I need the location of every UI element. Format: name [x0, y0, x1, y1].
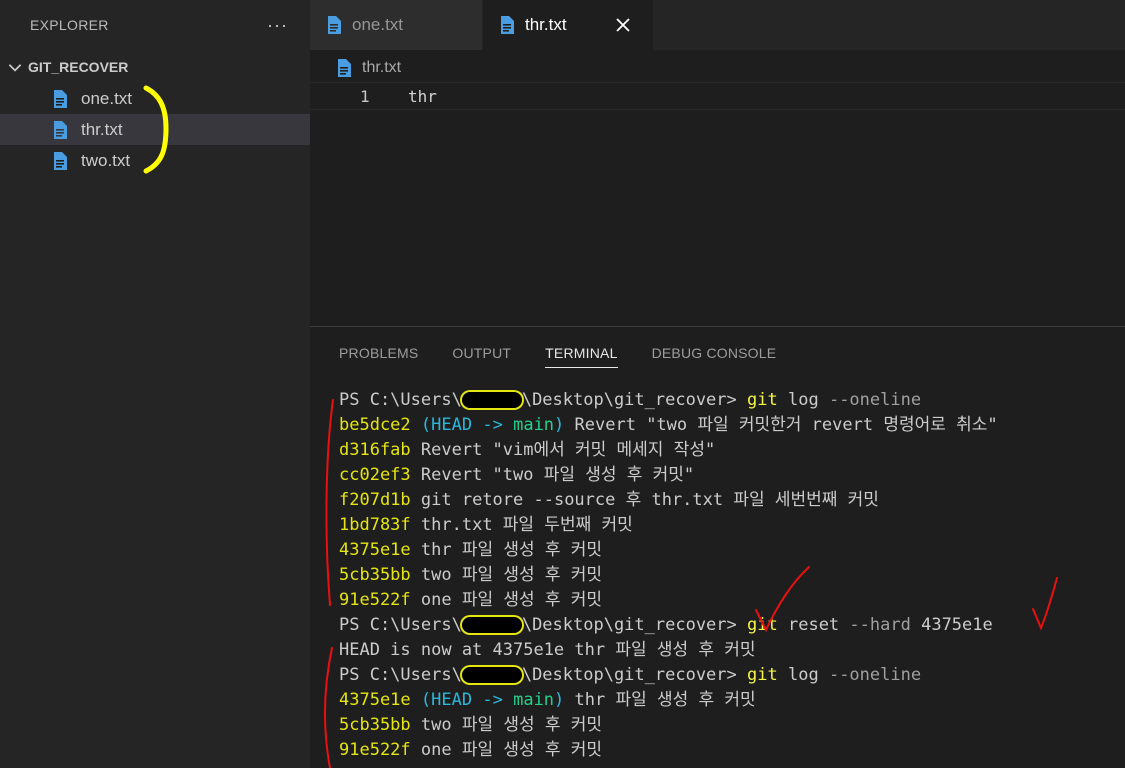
tab-terminal[interactable]: TERMINAL	[545, 345, 618, 368]
commit-hash: 5cb35bb	[339, 715, 411, 735]
prompt-line: PS C:\Users\ \Desktop\git_recover> git re…	[339, 613, 998, 638]
breadcrumb: thr.txt	[336, 56, 401, 80]
explorer-header: EXPLORER ···	[0, 0, 310, 50]
commit-message: Revert "two 파일 커밋한거 revert 명령어로 취소"	[574, 415, 998, 435]
commit-hash: cc02ef3	[339, 465, 411, 485]
command-flag: --oneline	[828, 665, 922, 685]
branch-name: main	[513, 690, 555, 710]
command-sub: log	[787, 390, 819, 410]
commit-hash: 5cb35bb	[339, 565, 411, 585]
commit-hash: 4375e1e	[339, 540, 411, 560]
tab-debug-console[interactable]: DEBUG CONSOLE	[652, 345, 777, 368]
commit-message: git retore --source 후 thr.txt 파일 세번번째 커밋	[420, 490, 879, 510]
file-name: thr.txt	[81, 119, 123, 139]
log-line: cc02ef3 Revert "two 파일 생성 후 커밋"	[339, 463, 998, 488]
explorer-title: EXPLORER	[30, 17, 109, 33]
chevron-down-icon	[8, 64, 22, 72]
head-ref: HEAD	[431, 415, 473, 435]
editor[interactable]: 1 thr	[310, 82, 1125, 327]
tab-label: thr.txt	[525, 15, 567, 34]
file-icon	[54, 120, 67, 139]
head-ref: HEAD	[431, 690, 473, 710]
commit-message: one 파일 생성 후 커밋	[420, 740, 603, 760]
commit-hash: 1bd783f	[339, 515, 411, 535]
commit-hash: 4375e1e	[339, 690, 411, 710]
log-line: 91e522f one 파일 생성 후 커밋	[339, 738, 998, 763]
prompt-prefix: PS C:\Users\	[339, 390, 462, 410]
commit-hash: f207d1b	[339, 490, 411, 510]
commit-message: two 파일 생성 후 커밋	[420, 565, 603, 585]
tab-one-txt[interactable]: one.txt	[310, 0, 483, 50]
commit-message: thr.txt 파일 두번째 커밋	[420, 515, 633, 535]
command-git: git	[747, 615, 778, 635]
commit-message: Revert "vim에서 커밋 메세지 작성"	[420, 440, 716, 460]
tab-thr-txt[interactable]: thr.txt	[483, 0, 654, 50]
log-line: 91e522f one 파일 생성 후 커밋	[339, 588, 998, 613]
branch-name: main	[513, 415, 555, 435]
log-line: be5dce2 (HEAD -> main) Revert "two 파일 커밋…	[339, 415, 998, 435]
prompt-line: PS C:\Users\ \Desktop\git_recover> git lo…	[339, 388, 998, 413]
more-actions-icon[interactable]: ···	[267, 16, 288, 34]
file-item-one[interactable]: one.txt	[0, 83, 310, 114]
tab-output[interactable]: OUTPUT	[452, 345, 511, 368]
log-line: 5cb35bb two 파일 생성 후 커밋	[339, 563, 998, 588]
explorer-sidebar: EXPLORER ··· GIT_RECOVER one.txt thr.txt…	[0, 0, 310, 768]
commit-message: one 파일 생성 후 커밋	[420, 590, 603, 610]
commit-message: Revert "two 파일 생성 후 커밋"	[420, 465, 695, 485]
log-line: 1bd783f thr.txt 파일 두번째 커밋	[339, 513, 998, 538]
redaction-mark	[461, 392, 522, 408]
line-number: 1	[360, 87, 370, 106]
prompt-prefix: PS C:\Users\	[339, 615, 462, 635]
prompt-suffix: \Desktop\git_recover>	[521, 665, 737, 685]
tab-problems[interactable]: PROBLEMS	[339, 345, 418, 368]
log-line: 4375e1e (HEAD -> main) thr 파일 생성 후 커밋	[339, 690, 756, 710]
file-item-two[interactable]: two.txt	[0, 145, 310, 176]
terminal-output[interactable]: PS C:\Users\ \Desktop\git_recover> git lo…	[339, 388, 998, 763]
ref-arrow: ->	[482, 415, 503, 435]
prompt-suffix: \Desktop\git_recover>	[521, 390, 737, 410]
file-name: one.txt	[81, 88, 133, 108]
prompt-suffix: \Desktop\git_recover>	[521, 615, 737, 635]
command-flag: --oneline	[828, 390, 922, 410]
log-line: d316fab Revert "vim에서 커밋 메세지 작성"	[339, 438, 998, 463]
file-icon	[501, 16, 514, 34]
commit-message: thr 파일 생성 후 커밋	[574, 690, 756, 710]
command-flag: --hard	[849, 615, 911, 635]
prompt-prefix: PS C:\Users\	[339, 665, 462, 685]
redaction-mark	[461, 667, 522, 683]
file-icon	[54, 151, 67, 170]
file-icon	[328, 16, 341, 34]
redaction-mark	[461, 617, 522, 633]
bottom-panel: PROBLEMS OUTPUT TERMINAL DEBUG CONSOLE P…	[310, 326, 1125, 768]
ref-arrow: ->	[482, 690, 503, 710]
editor-tabs: one.txt thr.txt	[310, 0, 1125, 50]
breadcrumb-file[interactable]: thr.txt	[362, 59, 401, 77]
panel-tabs: PROBLEMS OUTPUT TERMINAL DEBUG CONSOLE	[339, 345, 810, 368]
commit-hash: 91e522f	[339, 740, 411, 760]
log-line: 4375e1e thr 파일 생성 후 커밋	[339, 538, 998, 563]
commit-message: two 파일 생성 후 커밋	[420, 715, 603, 735]
command-git: git	[747, 665, 778, 685]
file-icon	[54, 89, 67, 108]
close-icon[interactable]	[615, 17, 631, 33]
log-line: f207d1b git retore --source 후 thr.txt 파일…	[339, 488, 998, 513]
command-sub: reset	[787, 615, 840, 635]
folder-git-recover[interactable]: GIT_RECOVER	[0, 54, 310, 80]
file-item-thr[interactable]: thr.txt	[0, 114, 310, 145]
command-sub: log	[787, 665, 819, 685]
reset-output-line: HEAD is now at 4375e1e thr 파일 생성 후 커밋	[339, 640, 756, 660]
line-text[interactable]: thr	[408, 87, 437, 106]
commit-hash: d316fab	[339, 440, 411, 460]
file-name: two.txt	[81, 150, 131, 170]
command-git: git	[747, 390, 778, 410]
file-icon	[338, 59, 351, 77]
commit-hash: 91e522f	[339, 590, 411, 610]
command-arg: 4375e1e	[921, 615, 993, 635]
commit-hash: be5dce2	[339, 415, 411, 435]
log-line: 5cb35bb two 파일 생성 후 커밋	[339, 713, 998, 738]
commit-message: thr 파일 생성 후 커밋	[420, 540, 603, 560]
folder-name: GIT_RECOVER	[28, 59, 129, 75]
tab-label: one.txt	[352, 15, 404, 34]
prompt-line: PS C:\Users\ \Desktop\git_recover> git lo…	[339, 663, 998, 688]
